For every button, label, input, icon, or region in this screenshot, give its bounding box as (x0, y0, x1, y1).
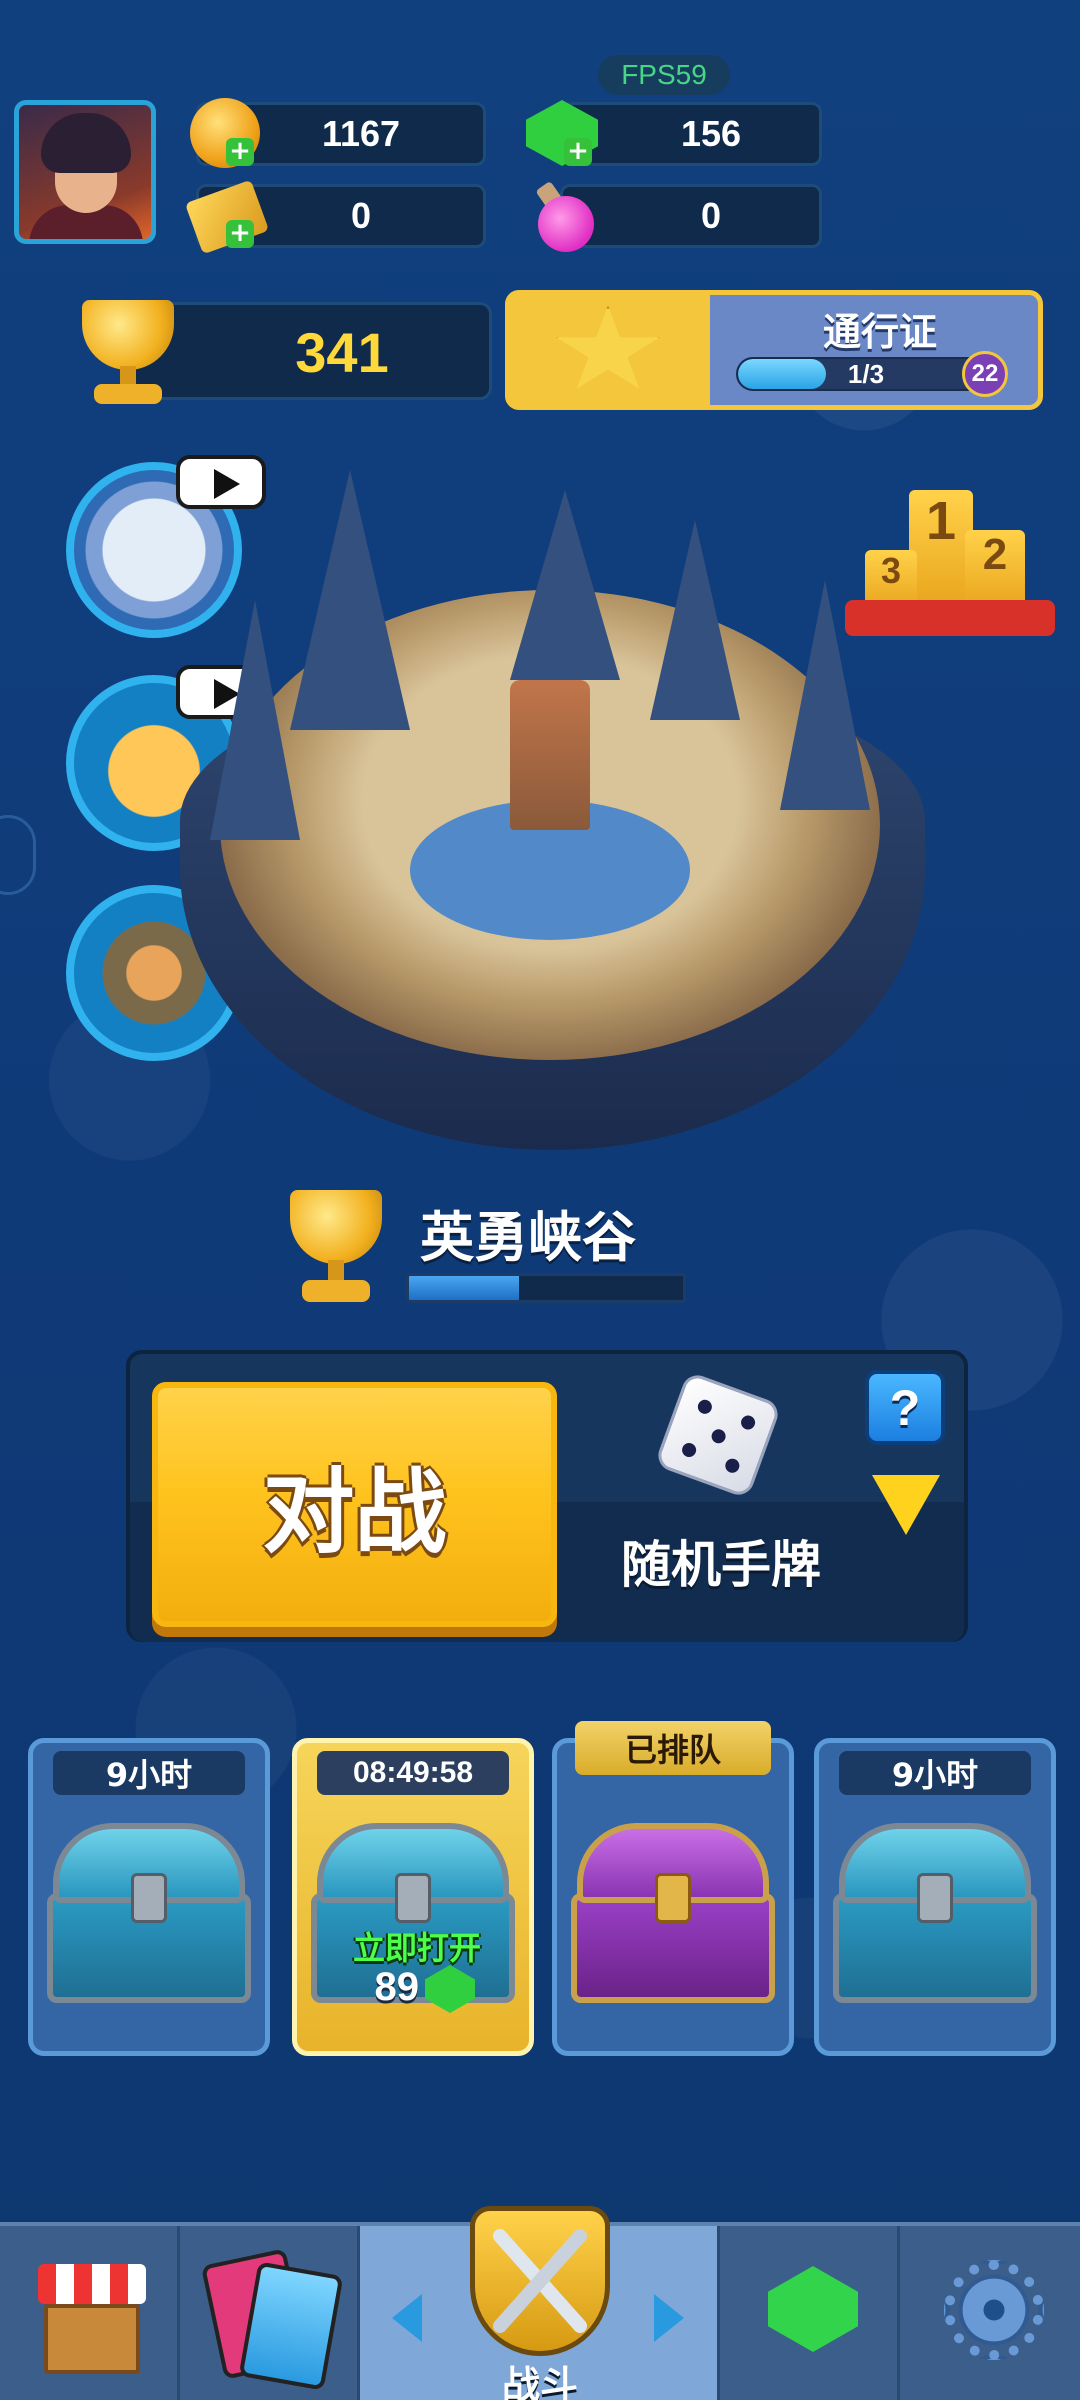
crossed-swords-icon (493, 2229, 587, 2333)
trophy-icon (64, 300, 192, 410)
shop-icon (44, 2304, 140, 2374)
nav-settings[interactable] (900, 2226, 1080, 2400)
trophy-value: 341 (295, 320, 389, 384)
chest-slot-3[interactable]: 已排队 (552, 1721, 794, 2056)
fps-counter: FPS59 (598, 55, 730, 95)
nav-right-arrow-icon[interactable] (654, 2294, 684, 2342)
queued-badge: 已排队 (575, 1721, 771, 1775)
arena-trophy-icon (272, 1190, 400, 1310)
chest-slot-2[interactable]: 08:49:58 立即打开 89 (292, 1738, 534, 2056)
chest-slot-4[interactable]: 9小时 (814, 1738, 1056, 2056)
nav-shop[interactable] (0, 2226, 180, 2400)
potion-value: 0 (700, 195, 722, 236)
avatar-hair (41, 113, 131, 173)
chest-timer: 9小时 (839, 1751, 1031, 1795)
open-cost-value: 89 (374, 1965, 420, 2009)
arena-progress-bar (406, 1273, 686, 1303)
help-button[interactable]: ? (865, 1370, 945, 1445)
potion-counter[interactable]: 0 (560, 184, 822, 248)
pass-level-badge: 22 (962, 351, 1008, 397)
nav-gems[interactable] (720, 2226, 900, 2400)
purple-chest-icon (571, 1823, 775, 2013)
leaderboard-button[interactable]: 1 2 3 (845, 490, 1055, 650)
gem-counter[interactable]: 156 (560, 102, 822, 166)
add-coins-icon[interactable]: + (226, 138, 254, 166)
chest-slot-1[interactable]: 9小时 (28, 1738, 270, 2056)
nav-cards[interactable] (180, 2226, 360, 2400)
pass-title: 通行证 (822, 310, 937, 354)
pass-progress-text: 1/3 (847, 358, 885, 389)
arena-progress-fill (409, 1276, 519, 1300)
coin-value: 1167 (321, 113, 401, 154)
side-drawer-tab[interactable] (0, 815, 36, 895)
player-avatar[interactable] (14, 100, 156, 244)
add-gems-icon[interactable]: + (564, 138, 592, 166)
battle-button[interactable]: 对战 (152, 1382, 557, 1627)
deck-mode-label[interactable]: 随机手牌 (606, 1525, 836, 1594)
pass-star-icon (556, 305, 660, 389)
nav-battle-label: 战斗 (501, 2363, 578, 2400)
blue-chest-icon (833, 1823, 1037, 2013)
gear-icon (944, 2260, 1044, 2360)
battle-pass-panel[interactable]: 通行证 1/3 22 (505, 290, 1043, 410)
gem-icon (768, 2266, 858, 2352)
ticket-value: 0 (350, 195, 372, 236)
castle-tower (510, 680, 590, 830)
arena-island-image[interactable] (180, 470, 925, 1190)
potion-icon (538, 196, 594, 252)
chest-timer: 08:49:58 (317, 1751, 509, 1795)
add-tickets-icon[interactable]: + (226, 220, 254, 248)
open-now-label[interactable]: 立即打开 (317, 1923, 517, 1967)
blue-chest-icon (47, 1823, 251, 2013)
bottom-nav: 战斗 (0, 2206, 1080, 2400)
gem-value: 156 (680, 113, 742, 154)
arena-name: 英勇峡谷 (420, 1206, 636, 1269)
nav-left-arrow-icon[interactable] (392, 2294, 422, 2342)
chest-timer: 9小时 (53, 1751, 245, 1795)
